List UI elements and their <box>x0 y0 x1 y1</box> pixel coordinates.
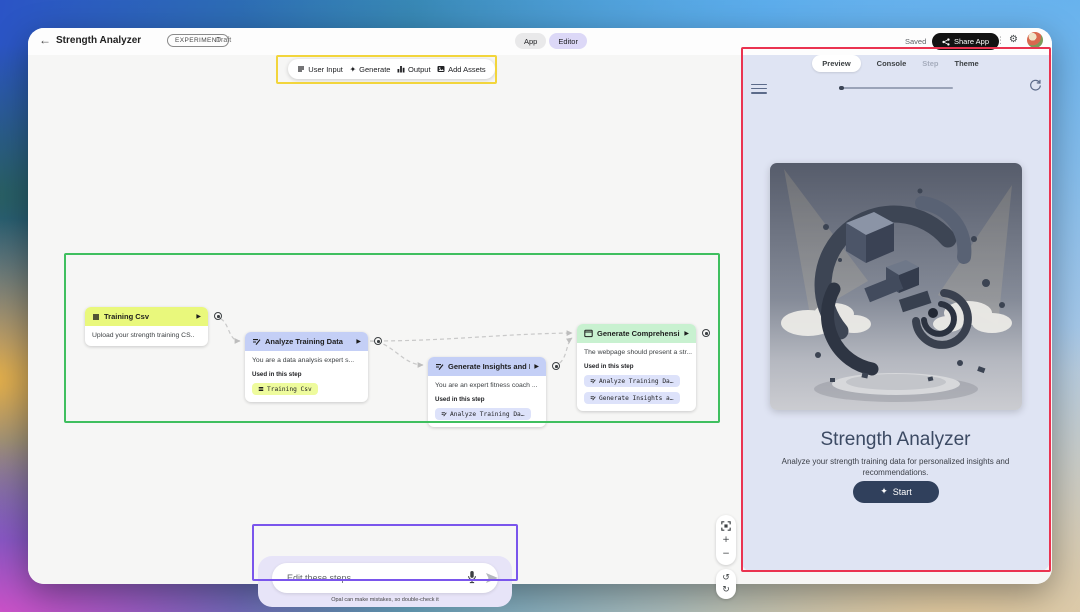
webpage-icon <box>584 329 593 338</box>
start-button[interactable]: ✦ Start <box>853 481 939 503</box>
node-training-csv[interactable]: Training Csv ▶ Upload your strength trai… <box>85 307 208 346</box>
play-node-icon[interactable]: ▶ <box>196 313 201 320</box>
tab-preview[interactable]: Preview <box>812 55 860 72</box>
input-chip-generate-insights[interactable]: Generate Insights a… <box>584 392 680 404</box>
avatar[interactable] <box>1027 32 1043 48</box>
node-title: Generate Insights and R... <box>448 362 530 371</box>
output-handle-icon[interactable] <box>702 329 710 337</box>
generate-text-icon <box>435 362 444 371</box>
add-assets-icon <box>437 65 445 73</box>
node-title: Training Csv <box>104 312 192 321</box>
disclaimer-text: Opal can make mistakes, so double-check … <box>258 597 512 603</box>
fit-view-icon[interactable] <box>721 521 731 531</box>
input-chip-training-csv[interactable]: Training Csv <box>252 383 318 395</box>
share-icon <box>942 38 950 46</box>
user-input-icon <box>297 65 305 73</box>
top-bar: ← Strength Analyzer EXPERIMENT Draft App… <box>28 28 1052 55</box>
input-chip-analyze-training-data[interactable]: Analyze Training Da… <box>435 408 531 420</box>
send-icon[interactable] <box>486 573 498 583</box>
node-title: Analyze Training Data <box>265 337 352 346</box>
add-output-button[interactable]: Output <box>397 65 431 74</box>
generate-text-icon <box>590 378 596 384</box>
add-assets-button[interactable]: Add Assets <box>437 65 486 74</box>
list-icon <box>92 313 100 321</box>
undo-icon[interactable]: ↺ <box>722 574 730 583</box>
add-user-input-button[interactable]: User Input <box>297 65 343 74</box>
used-in-step-label: Used in this step <box>252 371 361 378</box>
mic-icon[interactable] <box>466 570 478 584</box>
sparkle-icon: ✦ <box>880 487 888 497</box>
node-description: You are a data analysis expert s... <box>252 357 361 364</box>
output-handle-icon[interactable] <box>214 312 222 320</box>
preview-panel: Preview Console Step Theme <box>741 47 1050 572</box>
tab-step[interactable]: Step <box>922 59 938 68</box>
share-app-label: Share App <box>954 37 989 46</box>
preview-image <box>770 163 1022 410</box>
node-toolbar: User Input ✦ Generate Output Add Assets <box>288 59 495 79</box>
node-description: The webpage should present a str... <box>584 349 689 356</box>
zoom-in-button[interactable]: + <box>722 536 730 545</box>
generate-text-icon <box>590 395 596 401</box>
list-icon <box>258 386 264 392</box>
tab-console[interactable]: Console <box>877 59 907 68</box>
output-icon <box>397 65 405 73</box>
page-title: Strength Analyzer <box>56 35 141 46</box>
node-analyze-training-data[interactable]: Analyze Training Data ▶ You are a data a… <box>245 332 368 402</box>
play-node-icon[interactable]: ▶ <box>356 338 361 345</box>
input-chip-analyze-training-data[interactable]: Analyze Training Da… <box>584 375 680 387</box>
play-node-icon[interactable]: ▶ <box>684 330 689 337</box>
app-tab[interactable]: App <box>515 33 546 49</box>
edit-steps-input[interactable] <box>272 563 498 593</box>
node-description: Upload your strength training CS.. <box>92 332 201 339</box>
share-app-button[interactable]: Share App <box>932 33 999 50</box>
redo-icon[interactable]: ↻ <box>722 586 730 595</box>
view-toggle: App Editor <box>515 33 587 49</box>
generate-text-icon <box>441 411 447 417</box>
refresh-icon[interactable] <box>1029 79 1042 92</box>
gear-icon[interactable]: ⚙ <box>1009 34 1018 45</box>
more-options-icon[interactable]: ⋮ <box>996 35 1005 46</box>
used-in-step-label: Used in this step <box>584 363 689 370</box>
edit-steps-panel: Opal can make mistakes, so double-check … <box>258 556 512 607</box>
app-title: Strength Analyzer <box>741 429 1050 451</box>
progress-slider[interactable] <box>839 87 953 89</box>
draft-status: Draft <box>216 37 231 44</box>
node-generate-comprehensive[interactable]: Generate Comprehensi... ▶ The webpage sh… <box>577 324 696 411</box>
preview-tabs: Preview Console Step Theme <box>741 55 1050 72</box>
node-generate-insights[interactable]: Generate Insights and R... ▶ You are an … <box>428 357 546 427</box>
saved-status: Saved <box>905 37 926 46</box>
node-description: You are an expert fitness coach ... <box>435 382 539 389</box>
generate-text-icon <box>252 337 261 346</box>
undo-redo-controls: ↺ ↻ <box>716 569 736 599</box>
canvas-zoom-controls: + − <box>716 515 736 565</box>
app-description: Analyze your strength training data for … <box>775 457 1016 479</box>
editor-tab[interactable]: Editor <box>549 33 587 49</box>
output-handle-icon[interactable] <box>374 337 382 345</box>
output-handle-icon[interactable] <box>552 362 560 370</box>
node-title: Generate Comprehensi... <box>597 329 680 338</box>
tab-theme[interactable]: Theme <box>955 59 979 68</box>
app-window: ← Strength Analyzer EXPERIMENT Draft App… <box>28 28 1052 584</box>
generate-icon: ✦ <box>349 65 356 74</box>
add-generate-button[interactable]: ✦ Generate <box>349 65 390 74</box>
used-in-step-label: Used in this step <box>435 396 539 403</box>
play-node-icon[interactable]: ▶ <box>534 363 539 370</box>
menu-icon[interactable] <box>751 81 767 96</box>
back-icon[interactable]: ← <box>39 33 51 47</box>
zoom-out-button[interactable]: − <box>722 550 730 559</box>
